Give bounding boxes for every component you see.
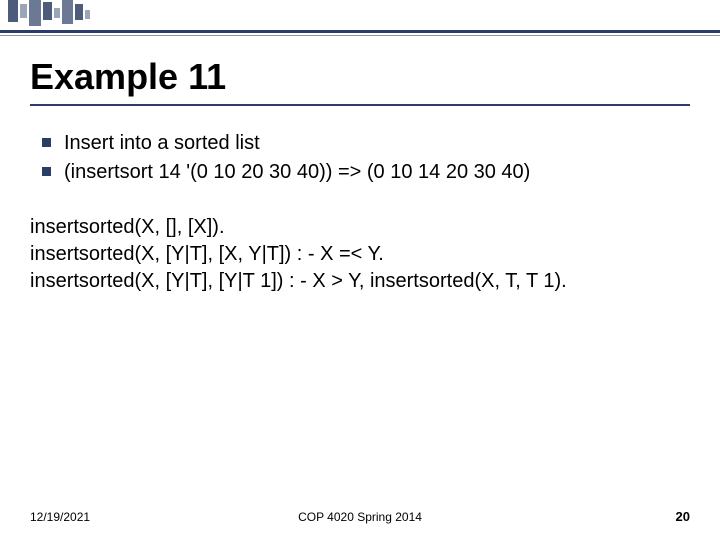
- square-bullet-icon: [42, 167, 51, 176]
- title-underline: [30, 104, 690, 106]
- footer-page-number: 20: [676, 509, 690, 524]
- code-line: insertsorted(X, [Y|T], [Y|T 1]) : - X > …: [30, 268, 690, 295]
- code-block: insertsorted(X, [], [X]). insertsorted(X…: [30, 214, 690, 295]
- bullet-list: Insert into a sorted list (insertsort 14…: [30, 130, 690, 186]
- code-line: insertsorted(X, [], [X]).: [30, 214, 690, 241]
- slide-title: Example 11: [30, 56, 226, 98]
- bullet-text: Insert into a sorted list: [64, 132, 260, 154]
- slide-content: Insert into a sorted list (insertsort 14…: [30, 130, 690, 295]
- decorative-squares: [8, 0, 90, 26]
- footer-course: COP 4020 Spring 2014: [298, 510, 422, 524]
- code-line: insertsorted(X, [Y|T], [X, Y|T]) : - X =…: [30, 241, 690, 268]
- square-bullet-icon: [42, 138, 51, 147]
- bullet-item: Insert into a sorted list: [30, 130, 690, 157]
- decorative-top-line: [0, 30, 720, 33]
- bullet-item: (insertsort 14 '(0 10 20 30 40)) => (0 1…: [30, 159, 690, 186]
- footer-date: 12/19/2021: [30, 510, 90, 524]
- bullet-text: (insertsort 14 '(0 10 20 30 40)) => (0 1…: [64, 161, 530, 183]
- slide-top-decoration: [0, 0, 720, 40]
- decorative-top-line-thin: [0, 35, 720, 36]
